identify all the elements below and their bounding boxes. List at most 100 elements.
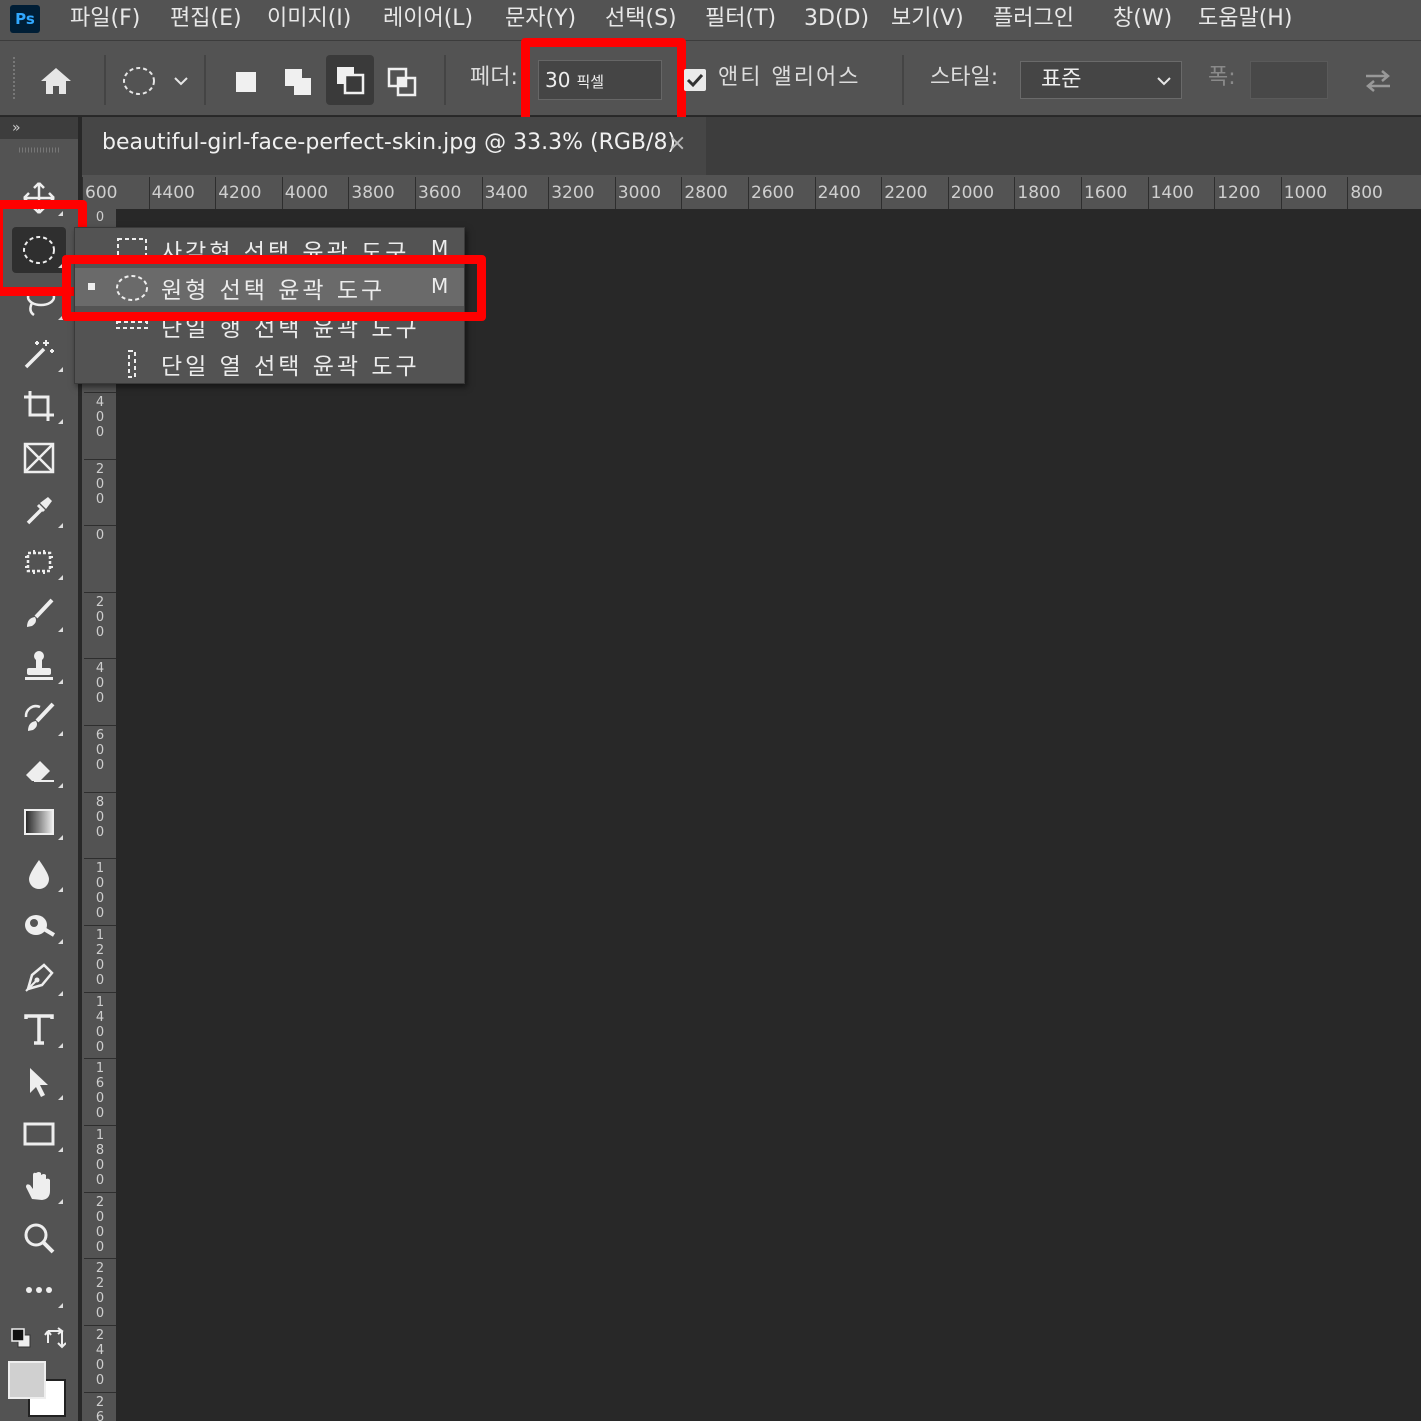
ruler-tick — [84, 792, 116, 793]
history-brush-tool-icon[interactable] — [12, 695, 66, 741]
ruler-label: 2400 — [817, 183, 861, 203]
menu-layer[interactable]: 레이어(L) — [383, 5, 473, 33]
ruler-left: 0400200020040060080010001200140016001800… — [82, 209, 116, 1421]
options-bar: 페더: 30 픽셀 앤티 앨리어스 스타일: 표준 폭: — [0, 38, 1421, 126]
ruler-label: 1800 — [1017, 183, 1061, 203]
ruler-label: 4200 — [218, 183, 262, 203]
more-tools-icon[interactable] — [12, 1267, 66, 1313]
ruler-tick — [84, 1125, 116, 1126]
ruler-label: 2400 — [95, 1328, 105, 1388]
ruler-label: 2200 — [884, 183, 928, 203]
ruler-label: 600 — [85, 183, 118, 203]
document-tab[interactable]: beautiful-girl-face-perfect-skin.jpg @ 3… — [82, 117, 706, 175]
grip-handle[interactable] — [10, 55, 18, 103]
eyedropper-tool-icon[interactable] — [12, 487, 66, 533]
close-icon[interactable]: × — [668, 131, 686, 156]
ruler-tick — [84, 1258, 116, 1259]
default-colors-icon[interactable] — [8, 1325, 34, 1351]
canvas-area[interactable] — [116, 209, 1421, 1421]
single-col-marquee-icon — [128, 350, 136, 378]
menu-help[interactable]: 도움말(H) — [1198, 5, 1292, 33]
ruler-tick — [1214, 177, 1216, 209]
ruler-tick — [148, 177, 150, 209]
ruler-tick — [415, 177, 416, 209]
intersect-selection-icon[interactable] — [382, 65, 422, 99]
ruler-label: 800 — [1350, 183, 1383, 203]
gradient-tool-icon[interactable] — [12, 799, 66, 845]
ruler-tick — [681, 177, 683, 209]
menu-view[interactable]: 보기(V) — [891, 5, 964, 33]
ruler-tick — [84, 1192, 116, 1193]
ruler-tick — [1014, 177, 1016, 209]
style-select[interactable]: 표준 — [1020, 61, 1182, 99]
ruler-label: 4000 — [284, 183, 329, 203]
chevron-down-icon — [1157, 77, 1171, 86]
foreground-color-swatch[interactable] — [8, 1361, 46, 1399]
ruler-label: 3400 — [484, 183, 528, 203]
magic-wand-tool-icon[interactable] — [12, 331, 66, 377]
dodge-tool-icon[interactable] — [12, 903, 66, 949]
flyout-item-single-col[interactable]: 단일 열 선택 윤곽 도구 — [75, 344, 464, 382]
ruler-label: 600 — [95, 728, 105, 773]
ruler-label: 1000 — [1283, 183, 1328, 203]
ruler-label: 1400 — [1150, 183, 1194, 203]
ruler-tick — [1147, 177, 1149, 209]
separator — [902, 55, 904, 105]
ruler-tick — [748, 177, 749, 209]
home-icon[interactable] — [34, 61, 78, 101]
menu-filter[interactable]: 필터(T) — [705, 5, 776, 33]
ruler-label: 2000 — [950, 183, 995, 203]
tool-preset-ellipse-icon[interactable] — [118, 63, 160, 99]
rectangle-tool-icon[interactable] — [12, 1111, 66, 1157]
hand-tool-icon[interactable] — [12, 1163, 66, 1209]
zoom-tool-icon[interactable] — [12, 1215, 66, 1261]
crop-tool-icon[interactable] — [12, 383, 66, 429]
antialias-checkbox[interactable] — [684, 69, 706, 91]
ruler-tick — [84, 925, 116, 926]
menu-image[interactable]: 이미지(I) — [267, 5, 351, 33]
chevron-down-icon[interactable] — [170, 69, 192, 93]
menu-edit[interactable]: 편집(E) — [170, 5, 242, 33]
menu-file[interactable]: 파일(F) — [70, 5, 140, 33]
highlight-flyout-item — [62, 255, 486, 321]
menu-type[interactable]: 문자(Y) — [505, 5, 576, 33]
brush-tool-icon[interactable] — [12, 591, 66, 637]
ruler-tick — [84, 725, 116, 726]
ruler-label: 0 — [95, 528, 105, 543]
ruler-tick — [1280, 177, 1282, 209]
blur-tool-icon[interactable] — [12, 851, 66, 897]
ruler-label: 200 — [95, 595, 105, 640]
photoshop-logo: Ps — [10, 5, 40, 33]
eraser-tool-icon[interactable] — [12, 747, 66, 793]
menu-3d[interactable]: 3D(D) — [804, 5, 869, 33]
separator — [104, 55, 106, 105]
ruler-label: 3000 — [617, 183, 662, 203]
ruler-tick — [348, 177, 350, 209]
path-selection-tool-icon[interactable] — [12, 1059, 66, 1105]
type-tool-icon[interactable] — [12, 1007, 66, 1053]
ruler-label: 1600 — [95, 1061, 105, 1121]
ruler-label: 2000 — [95, 1195, 105, 1255]
swap-width-height-icon[interactable] — [1356, 65, 1400, 97]
panel-expand-icon[interactable]: » — [0, 117, 78, 139]
ruler-tick — [215, 177, 217, 209]
ruler-label: 1200 — [1217, 183, 1261, 203]
swap-colors-icon[interactable] — [42, 1325, 68, 1351]
new-selection-icon[interactable] — [226, 65, 266, 99]
ruler-tick — [84, 459, 116, 460]
menu-window[interactable]: 창(W) — [1113, 5, 1172, 33]
object-selection-tool-icon[interactable] — [12, 539, 66, 585]
clone-stamp-tool-icon[interactable] — [12, 643, 66, 689]
panel-grip[interactable] — [18, 145, 60, 155]
pen-tool-icon[interactable] — [12, 955, 66, 1001]
frame-tool-icon[interactable] — [12, 435, 66, 481]
width-input[interactable] — [1250, 61, 1328, 99]
add-to-selection-icon[interactable] — [278, 65, 318, 99]
feather-label: 페더: — [470, 65, 518, 90]
menu-plugins[interactable]: 플러그인 — [993, 5, 1074, 33]
ruler-tick — [1081, 177, 1082, 209]
menu-select[interactable]: 선택(S) — [605, 5, 677, 33]
ruler-label: 1800 — [95, 1128, 105, 1188]
ruler-tick — [481, 177, 483, 209]
subtract-from-selection-icon[interactable] — [326, 55, 374, 105]
